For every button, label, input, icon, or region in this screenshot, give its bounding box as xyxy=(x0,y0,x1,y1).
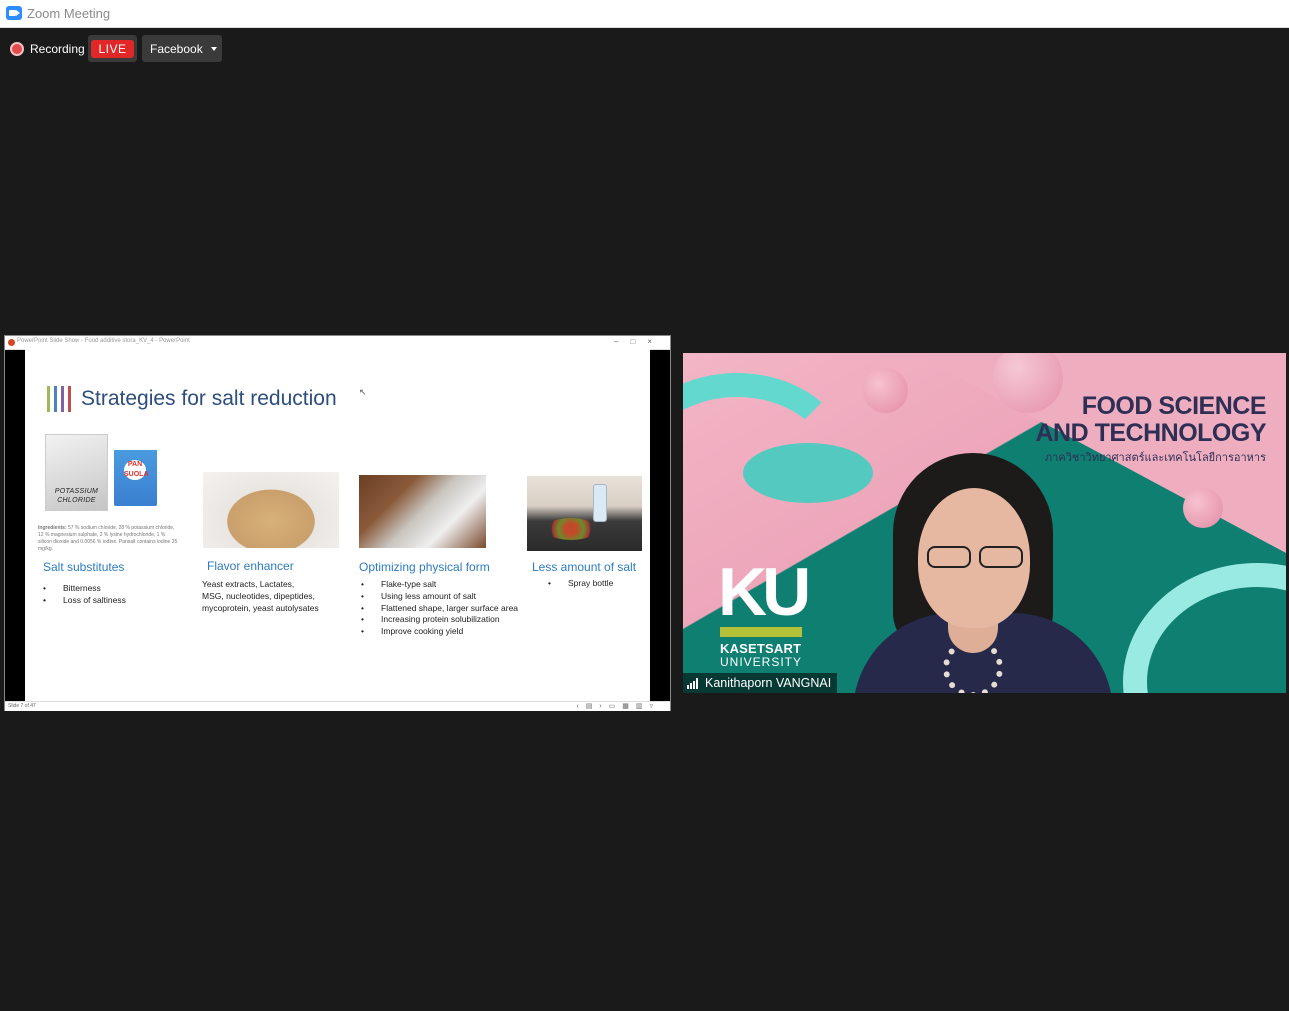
ingredients-text: Ingredients: 57 % sodium chloride, 28 % … xyxy=(38,525,178,553)
person-necklace xyxy=(943,638,1003,693)
list-salt-substitutes: Bitterness Loss of saltiness xyxy=(43,583,126,607)
caret-down-icon xyxy=(210,46,217,51)
stir-fry-visual xyxy=(545,518,597,540)
potassium-chloride-image: POTASSIUM CHLORIDE xyxy=(45,434,108,511)
person-glasses xyxy=(923,546,1027,568)
flake-salt-image xyxy=(359,475,486,548)
recording-label: Recording xyxy=(30,42,85,56)
live-badge[interactable]: LIVE xyxy=(88,35,137,62)
recording-indicator[interactable]: Recording xyxy=(8,36,85,62)
list-item: Spray bottle xyxy=(548,578,613,590)
list-item: Using less amount of salt xyxy=(361,591,518,603)
title-bars-decoration xyxy=(47,386,75,412)
heading-physical-form: Optimizing physical form xyxy=(359,560,490,574)
text-line: mycoprotein, yeast autolysates xyxy=(202,602,319,613)
flavor-powder-image xyxy=(203,472,339,548)
shared-screen[interactable]: PowerPoint Slide Show - Food additive st… xyxy=(4,335,671,711)
title-bar-3 xyxy=(61,386,64,412)
powerpoint-statusbar: Slide 7 of 47 ‹▤›▭▦▥▿ xyxy=(5,701,670,711)
participant-person xyxy=(833,433,1133,693)
zoom-app-icon xyxy=(6,6,22,20)
flavor-enhancer-text: Yeast extracts, Lactates, MSG, nucleotid… xyxy=(202,579,319,614)
list-item: Increasing protein solubilization xyxy=(361,614,518,626)
title-bar-1 xyxy=(47,386,50,412)
list-item: Improve cooking yield xyxy=(361,626,518,638)
list-item: Loss of saltiness xyxy=(43,595,126,607)
mouse-cursor-icon: ↖ xyxy=(359,387,367,397)
powerpoint-titlebar: PowerPoint Slide Show - Food additive st… xyxy=(5,336,670,350)
cooking-spray-image xyxy=(527,476,642,551)
list-less-salt: Spray bottle xyxy=(548,578,613,590)
participant-name-tag: Kanithaporn VANGNAI xyxy=(683,673,838,693)
spray-bottle-visual xyxy=(593,484,607,522)
bg-sphere xyxy=(1183,488,1223,528)
live-platform-dropdown[interactable]: Facebook xyxy=(142,35,222,62)
powerpoint-window-title: PowerPoint Slide Show - Food additive st… xyxy=(17,338,190,344)
title-line: FOOD SCIENCE xyxy=(1081,392,1267,420)
list-item: Bitterness xyxy=(43,583,126,595)
list-item: Flake-type salt xyxy=(361,579,518,591)
participant-video[interactable]: FOOD SCIENCE AND TECHNOLOGY ภาควิชาวิทยา… xyxy=(683,353,1286,693)
slideshow-nav-controls[interactable]: ‹▤›▭▦▥▿ xyxy=(576,702,660,710)
signal-strength-icon xyxy=(687,677,699,689)
heading-salt-substitutes: Salt substitutes xyxy=(43,560,125,574)
slide: Strategies for salt reduction ↖ POTASSIU… xyxy=(25,349,650,701)
ingredients-label: Ingredients: xyxy=(38,525,67,531)
record-icon xyxy=(10,42,24,56)
pansalt-package-image: PAN SUOLA xyxy=(114,436,157,506)
live-label: LIVE xyxy=(91,39,134,58)
university-name-2: UNIVERSITY xyxy=(720,655,803,669)
list-item: Flattened shape, larger surface area xyxy=(361,603,518,615)
window-controls[interactable]: –□× xyxy=(614,337,664,346)
participant-name: Kanithaporn VANGNAI xyxy=(705,676,832,690)
powerpoint-icon xyxy=(8,339,15,346)
bg-sphere xyxy=(863,368,908,413)
slide-title: Strategies for salt reduction xyxy=(81,387,337,410)
ku-logo-bar xyxy=(720,627,802,637)
glasses-lens xyxy=(979,546,1023,568)
text-line: MSG, nucleotides, dipeptides, xyxy=(202,590,315,601)
slide-counter: Slide 7 of 47 xyxy=(8,703,36,709)
text-line: Yeast extracts, Lactates, xyxy=(202,579,295,589)
heading-flavor-enhancer: Flavor enhancer xyxy=(207,559,294,573)
ku-logo: KU xyxy=(718,554,811,630)
glasses-lens xyxy=(927,546,971,568)
kcl-label: POTASSIUM CHLORIDE xyxy=(54,488,99,504)
platform-label: Facebook xyxy=(150,41,203,56)
title-bar-4 xyxy=(68,386,71,412)
university-name: KASETSART xyxy=(720,641,802,656)
pansalt-label: PAN SUOLA xyxy=(124,460,149,480)
window-titlebar: Zoom Meeting xyxy=(0,0,1289,28)
title-bar-2 xyxy=(54,386,57,412)
window-title: Zoom Meeting xyxy=(27,6,111,21)
heading-less-salt: Less amount of salt xyxy=(532,560,637,574)
list-physical-form: Flake-type salt Using less amount of sal… xyxy=(361,579,518,638)
